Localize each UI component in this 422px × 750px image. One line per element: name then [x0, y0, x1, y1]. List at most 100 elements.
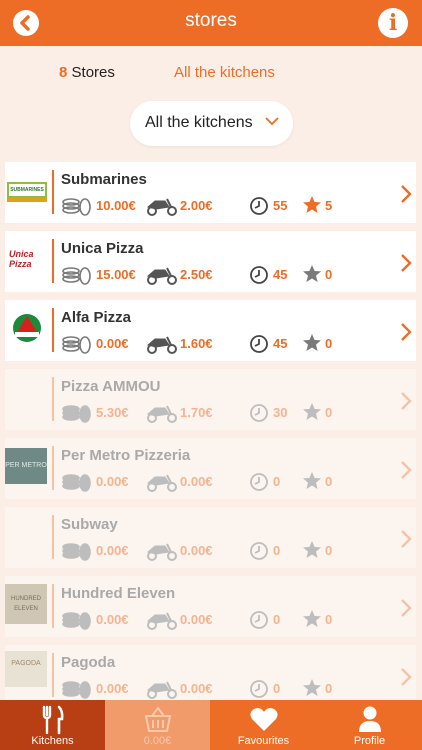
store-logo: SUBMARINES: [5, 168, 49, 212]
kitchen-filter-value: All the kitchens: [145, 114, 253, 131]
store-name: Submarines: [61, 171, 147, 188]
person-icon: [358, 706, 381, 732]
delivery-fee-value: 0.00€: [180, 543, 213, 558]
min-order-value: 0.00€: [96, 612, 129, 627]
store-logo: PER METRO: [5, 444, 49, 488]
store-logo: [5, 513, 49, 557]
scooter-icon: [146, 612, 177, 630]
tab-kitchens-label: Kitchens: [31, 735, 74, 747]
coins-icon: [62, 267, 91, 285]
delivery-fee-value: 1.70€: [180, 405, 213, 420]
scooter-icon: [146, 474, 177, 492]
star-icon: [303, 265, 321, 282]
clock-icon: [250, 473, 268, 491]
store-row[interactable]: HUNDRED ELEVEN Hundred Eleven 0.00€ 0.00€ 0 0: [5, 576, 416, 637]
coins-icon: [62, 198, 91, 216]
divider: [52, 377, 54, 421]
store-name: Pizza AMMOU: [61, 378, 161, 395]
store-name: Subway: [61, 516, 118, 533]
min-order-value: 0.00€: [96, 474, 129, 489]
tab-kitchens[interactable]: Kitchens: [0, 700, 105, 750]
divider: [52, 515, 54, 559]
scooter-icon: [146, 543, 177, 561]
chevron-right-icon: [401, 461, 412, 479]
store-meta: 0.00€ 0.00€ 0 0: [61, 678, 391, 700]
tab-favourites[interactable]: Favourites: [211, 700, 316, 750]
kitchen-filter-dropdown[interactable]: All the kitchens: [130, 101, 293, 146]
star-icon: [303, 196, 321, 213]
basket-icon: [144, 706, 171, 732]
store-count: 8 Stores: [59, 64, 115, 81]
min-order-value: 5.30€: [96, 405, 129, 420]
clock-icon: [250, 335, 268, 353]
delivery-fee-value: 2.00€: [180, 198, 213, 213]
divider: [52, 308, 54, 352]
delivery-time-value: 0: [273, 474, 281, 489]
min-order-value: 0.00€: [96, 543, 129, 558]
chevron-down-icon: [265, 117, 279, 126]
star-icon: [303, 610, 321, 627]
chevron-right-icon: [401, 392, 412, 410]
divider: [52, 170, 54, 214]
store-name: Alfa Pizza: [61, 309, 132, 326]
store-row[interactable]: PER METRO Per Metro Pizzeria 0.00€ 0.00€ 0 0: [5, 438, 416, 499]
clock-icon: [250, 404, 268, 422]
top-bar: stores i: [0, 0, 422, 46]
delivery-fee-value: 2.50€: [180, 267, 213, 282]
tab-profile[interactable]: Profile: [317, 700, 422, 750]
logo-text: PER METRO: [5, 448, 47, 484]
scooter-icon: [146, 681, 177, 699]
delivery-time-value: 45: [273, 267, 288, 282]
delivery-time-value: 55: [273, 198, 288, 213]
store-name: Unica Pizza: [61, 240, 144, 257]
logo-text: PAGODA: [5, 651, 47, 687]
chevron-right-icon: [401, 599, 412, 617]
clock-icon: [250, 611, 268, 629]
delivery-time-value: 0: [273, 612, 281, 627]
min-order-value: 10.00€: [96, 198, 136, 213]
star-icon: [303, 403, 321, 420]
tab-favourites-label: Favourites: [237, 735, 290, 747]
logo-text: SUBMARINES: [7, 182, 47, 198]
divider: [52, 239, 54, 283]
scooter-icon: [146, 267, 177, 285]
all-kitchens-link[interactable]: All the kitchens: [174, 64, 275, 81]
info-button[interactable]: i: [378, 8, 408, 38]
store-meta: 0.00€ 0.00€ 0 0: [61, 609, 391, 631]
coins-icon: [62, 405, 91, 423]
store-row[interactable]: PAGODA Pagoda 0.00€ 0.00€ 0 0: [5, 645, 416, 706]
coins-icon: [62, 612, 91, 630]
divider: [52, 653, 54, 697]
scooter-icon: [146, 336, 177, 354]
chevron-right-icon: [401, 185, 412, 203]
delivery-fee-value: 0.00€: [180, 612, 213, 627]
store-logo: HUNDRED ELEVEN: [5, 582, 49, 626]
logo-text: HUNDRED ELEVEN: [5, 584, 47, 624]
divider: [52, 584, 54, 628]
store-meta: 10.00€ 2.00€ 55 5: [61, 195, 391, 217]
star-icon: [303, 541, 321, 558]
rating-value: 0: [325, 543, 333, 558]
chevron-right-icon: [401, 530, 412, 548]
chevron-right-icon: [401, 254, 412, 272]
clock-icon: [250, 680, 268, 698]
clock-icon: [250, 197, 268, 215]
store-row[interactable]: Subway 0.00€ 0.00€ 0 0: [5, 507, 416, 568]
store-row[interactable]: SUBMARINES Submarines 10.00€ 2.00€ 55 5: [5, 162, 416, 223]
tab-basket[interactable]: 0.00€: [105, 700, 210, 750]
rating-value: 0: [325, 336, 333, 351]
store-row[interactable]: Pizza AMMOU 5.30€ 1.70€ 30 0: [5, 369, 416, 430]
store-logo: PAGODA: [5, 651, 49, 695]
delivery-time-value: 45: [273, 336, 288, 351]
store-row[interactable]: Unica Pizza Unica Pizza 15.00€ 2.50€ 45 0: [5, 231, 416, 292]
clock-icon: [250, 266, 268, 284]
rating-value: 0: [325, 405, 333, 420]
store-row[interactable]: Alfa Pizza 0.00€ 1.60€ 45 0: [5, 300, 416, 361]
chevron-right-icon: [401, 668, 412, 686]
scooter-icon: [146, 405, 177, 423]
delivery-fee-value: 0.00€: [180, 681, 213, 696]
stores-summary: 8 Stores All the kitchens: [0, 64, 422, 84]
star-icon: [303, 679, 321, 696]
tab-profile-label: Profile: [353, 735, 386, 747]
store-meta: 15.00€ 2.50€ 45 0: [61, 264, 391, 286]
